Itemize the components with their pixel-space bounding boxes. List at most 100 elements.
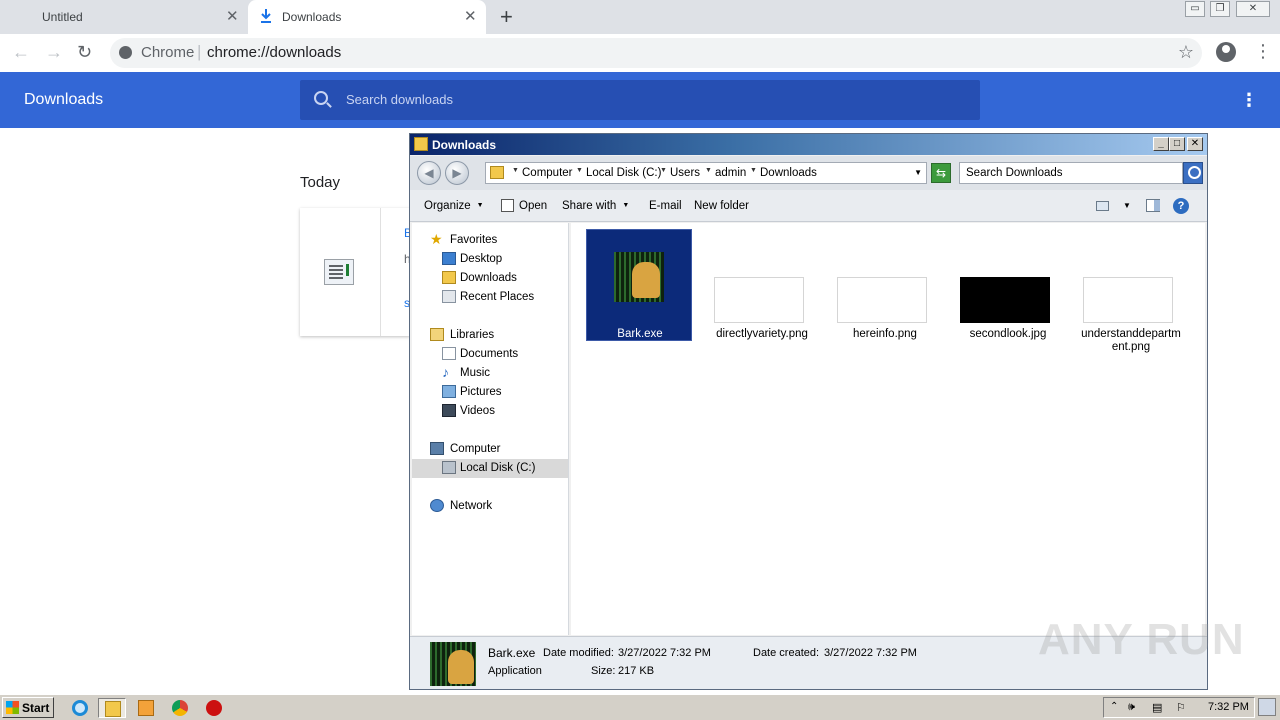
address-bar[interactable]: ▼ Computer ▼ Local Disk (C:) ▼ Users ▼ a… (485, 162, 927, 184)
file-name-line: understanddepartm (1081, 328, 1181, 340)
taskbar-media-player[interactable] (132, 698, 160, 718)
download-item-card: B h s (300, 208, 412, 336)
clock[interactable]: 7:32 PM (1208, 701, 1249, 713)
nav-item-computer[interactable]: Computer (412, 440, 568, 459)
tab-downloads[interactable]: Downloads ✕ (248, 0, 486, 34)
show-desktop-button[interactable] (1258, 698, 1276, 716)
maximize-button[interactable]: □ (1169, 137, 1185, 151)
nav-item-documents[interactable]: Documents (412, 345, 568, 364)
breadcrumb-admin[interactable]: admin (715, 167, 746, 179)
breadcrumb-downloads[interactable]: Downloads (760, 167, 817, 179)
nav-item-downloads[interactable]: Downloads (412, 269, 568, 288)
tab-close-icon[interactable]: ✕ (226, 7, 239, 25)
close-button[interactable]: ✕ (1187, 137, 1203, 151)
address-dropdown-icon[interactable]: ▼ (914, 168, 922, 177)
explorer-window: Downloads _ □ ✕ ◀ ▶ ▼ Computer ▼ Local D… (409, 133, 1208, 690)
email-button[interactable]: E-mail (649, 200, 682, 212)
chrome-toolbar: ← → ↻ Chrome | chrome://downloads ☆ ⋮ (0, 34, 1280, 72)
search-icon[interactable] (1183, 162, 1203, 184)
back-arrow-icon[interactable]: ◀ (417, 161, 441, 185)
file-name: secondlook.jpg (969, 328, 1047, 340)
downloads-header: Downloads Search downloads ⋮ (0, 72, 1280, 128)
taskbar-antivirus[interactable] (200, 698, 228, 718)
omnibox[interactable]: Chrome | chrome://downloads ☆ (110, 38, 1202, 68)
open-button[interactable]: Open (519, 200, 547, 212)
nav-label: Pictures (460, 386, 502, 398)
file-item-directlyvariety[interactable]: directlyvariety.png (709, 229, 815, 341)
more-actions-icon[interactable]: ⋮ (1240, 90, 1258, 111)
chrome-menu-icon[interactable]: ⋮ (1254, 41, 1272, 62)
view-dropdown-icon[interactable]: ▼ (1123, 201, 1131, 210)
volume-icon[interactable]: 🕪 (1128, 701, 1135, 714)
change-view-icon[interactable] (1096, 201, 1109, 211)
breadcrumb-arrow-icon[interactable]: ▼ (705, 167, 712, 174)
tab-title: Downloads (282, 10, 342, 24)
nav-label: Favorites (450, 234, 498, 246)
nav-item-desktop[interactable]: Desktop (412, 250, 568, 269)
nav-item-local-disk[interactable]: Local Disk (C:) (412, 459, 568, 478)
breadcrumb-arrow-icon[interactable]: ▼ (512, 167, 519, 174)
nav-item-favorites[interactable]: ★ Favorites (412, 231, 568, 250)
download-icon (261, 9, 271, 23)
nav-item-network[interactable]: Network (412, 497, 568, 516)
file-name-line: ent.png (1111, 341, 1151, 353)
organize-button[interactable]: Organize ▼ (424, 200, 484, 212)
start-button[interactable]: Start (2, 697, 54, 718)
nav-label: Music (460, 367, 491, 379)
system-tray: ⌃ 🕪 ▤ ⚐ 7:32 PM (1103, 697, 1255, 718)
breadcrumb-users[interactable]: Users (670, 167, 700, 179)
breadcrumb-arrow-icon[interactable]: ▼ (660, 167, 667, 174)
file-item-bark-exe[interactable]: Bark.exe (586, 229, 692, 341)
breadcrumb-computer[interactable]: Computer (522, 167, 573, 179)
reload-icon[interactable]: ↻ (77, 42, 92, 63)
nav-item-pictures[interactable]: Pictures (412, 383, 568, 402)
share-with-button[interactable]: Share with ▼ (562, 200, 629, 212)
tab-untitled[interactable]: Untitled ✕ (0, 0, 246, 34)
close-window-button[interactable]: ✕ (1236, 1, 1270, 17)
file-item-secondlook[interactable]: secondlook.jpg (955, 229, 1061, 341)
profile-avatar-icon[interactable] (1216, 42, 1236, 62)
back-arrow-icon[interactable]: ← (12, 42, 30, 63)
forward-arrow-icon[interactable]: → (45, 42, 63, 63)
nav-label: Videos (460, 405, 495, 417)
nav-item-videos[interactable]: Videos (412, 402, 568, 421)
breadcrumb-arrow-icon[interactable]: ▼ (576, 167, 583, 174)
action-center-flag-icon[interactable]: ⚐ (1176, 701, 1186, 714)
help-icon[interactable]: ? (1173, 198, 1189, 214)
refresh-icon[interactable]: ⇆ (931, 163, 951, 183)
search-icon (314, 91, 328, 105)
recent-places-icon (442, 290, 456, 303)
forward-arrow-icon[interactable]: ▶ (445, 161, 469, 185)
url-text[interactable]: chrome://downloads (207, 44, 341, 61)
restore-button[interactable]: ❐ (1210, 1, 1230, 17)
taskbar-internet-explorer[interactable] (66, 698, 94, 718)
nav-item-recent-places[interactable]: Recent Places (412, 288, 568, 307)
minimize-button[interactable]: ▭ (1185, 1, 1205, 17)
taskbar-chrome[interactable] (166, 698, 194, 718)
taskbar: Start ⌃ 🕪 ▤ ⚐ 7:32 PM (0, 694, 1280, 720)
downloads-search-input[interactable]: Search downloads (300, 80, 980, 120)
show-hidden-icons-icon[interactable]: ⌃ (1110, 701, 1118, 712)
image-thumbnail (714, 277, 804, 323)
tab-close-icon[interactable]: ✕ (464, 7, 477, 25)
folder-icon (414, 137, 428, 151)
new-tab-button[interactable]: + (500, 4, 513, 30)
bookmark-star-icon[interactable]: ☆ (1178, 42, 1194, 63)
minimize-button[interactable]: _ (1153, 137, 1169, 151)
explorer-search-input[interactable]: Search Downloads (959, 162, 1183, 184)
new-folder-button[interactable]: New folder (694, 200, 749, 212)
nav-item-music[interactable]: ♪ Music (412, 364, 568, 383)
nav-item-libraries[interactable]: Libraries (412, 326, 568, 345)
taskbar-explorer[interactable] (98, 698, 126, 718)
file-item-understanddepartment[interactable]: understanddepartm ent.png (1078, 229, 1184, 353)
file-item-hereinfo[interactable]: hereinfo.png (832, 229, 938, 341)
breadcrumb-arrow-icon[interactable]: ▼ (750, 167, 757, 174)
preview-pane-icon[interactable] (1146, 199, 1160, 212)
explorer-title-bar[interactable]: Downloads _ □ ✕ (410, 134, 1207, 155)
stop-sign-icon (206, 700, 222, 716)
file-name: understanddepartm ent.png (1078, 328, 1184, 354)
details-modified-value: 3/27/2022 7:32 PM (618, 647, 711, 659)
chrome-icon (172, 700, 188, 716)
breadcrumb-local-disk[interactable]: Local Disk (C:) (586, 167, 661, 179)
network-tray-icon[interactable]: ▤ (1152, 701, 1162, 714)
